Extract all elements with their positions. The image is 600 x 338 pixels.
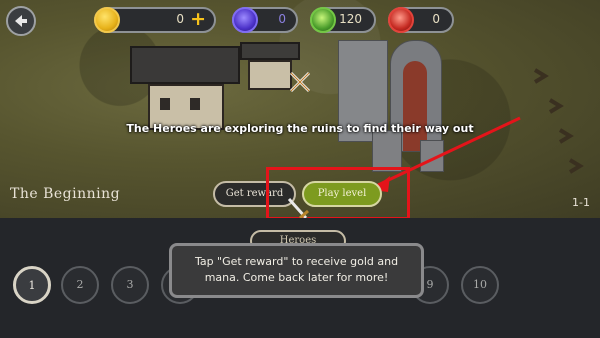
back-icon xyxy=(15,15,27,27)
add-gold-button[interactable]: + xyxy=(190,8,206,30)
level-button-2[interactable]: 2 xyxy=(61,266,99,304)
level-button-3[interactable]: 3 xyxy=(111,266,149,304)
tooltip-line-1: Tap "Get reward" to receive gold and xyxy=(194,255,399,268)
gold-coin-icon xyxy=(94,7,120,33)
tooltip-line-2: mana. Come back later for more! xyxy=(204,271,389,284)
green-potion-value: 120 xyxy=(339,12,362,26)
level-button-10[interactable]: 10 xyxy=(461,266,499,304)
gem-counter: 0 xyxy=(232,7,298,33)
red-potion-icon xyxy=(388,7,414,33)
scene-caption: The Heroes are exploring the ruins to fi… xyxy=(126,122,474,135)
back-button[interactable] xyxy=(6,6,36,36)
gold-counter: 0 + xyxy=(94,7,216,33)
chapter-title: The Beginning xyxy=(10,186,121,202)
gem-icon xyxy=(232,7,258,33)
tutorial-tooltip: Tap "Get reward" to receive gold and man… xyxy=(169,243,424,298)
top-bar: 0 + 0 120 0 xyxy=(0,0,600,40)
level-button-1[interactable]: 1 xyxy=(13,266,51,304)
green-potion-icon xyxy=(310,7,336,33)
gold-value: 0 xyxy=(176,12,184,26)
gem-value: 0 xyxy=(278,12,286,26)
green-potion-counter: 120 xyxy=(310,7,376,33)
level-id: 1-1 xyxy=(572,196,590,209)
red-potion-value: 0 xyxy=(432,12,440,26)
red-potion-counter: 0 xyxy=(388,7,454,33)
